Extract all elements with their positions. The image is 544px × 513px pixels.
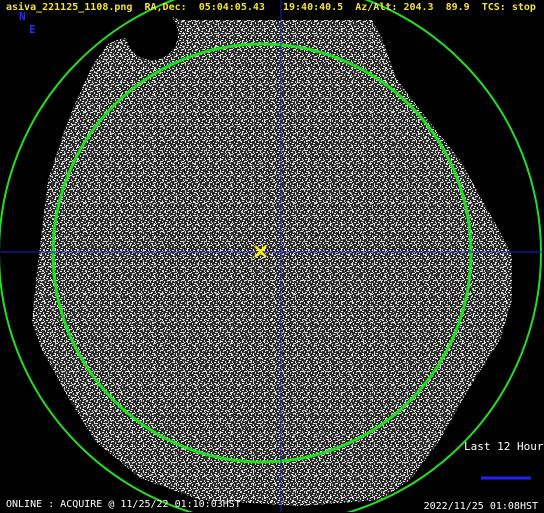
header-bar: asiva_221125_1108.png RA,Dec: 05:04:05.4…	[6, 2, 536, 14]
ra-value: 05:04:05.43	[198, 2, 265, 13]
alt-value: 89.9	[445, 2, 470, 13]
radec-label: RA,Dec:	[144, 2, 187, 13]
status-text: ONLINE : ACQUIRE @ 11/25/22 01:10:03HST	[6, 499, 241, 510]
legend-label: Last 12 Hours	[464, 440, 544, 453]
azalt-label: Az/Alt:	[355, 2, 398, 13]
compass-north: N	[19, 10, 26, 23]
tcs-status: stop	[511, 2, 536, 13]
tcs-label: TCS:	[481, 2, 506, 13]
compass-east: E	[29, 23, 36, 36]
occlusion-blob	[126, 8, 178, 60]
timestamp: 2022/11/25 01:08HST	[423, 501, 538, 512]
az-value: 204.3	[403, 2, 434, 13]
dec-value: 19:40:40.5	[282, 2, 344, 13]
all-sky-camera-view	[0, 0, 544, 512]
